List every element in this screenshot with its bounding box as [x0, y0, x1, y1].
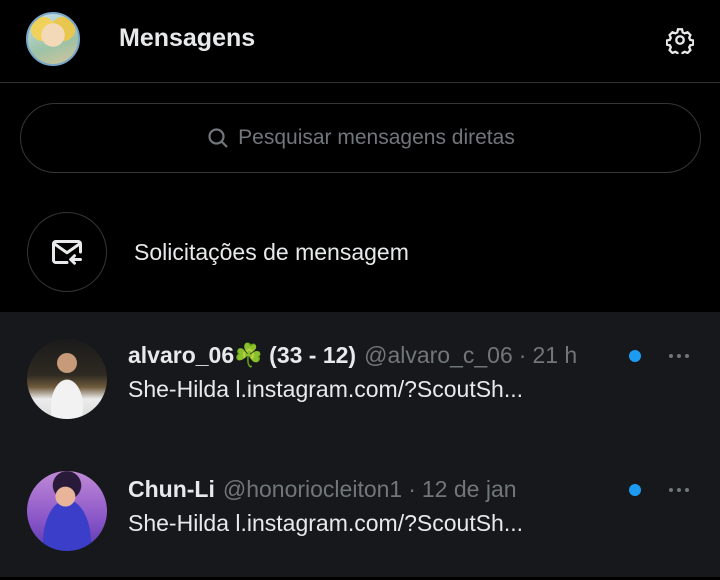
unread-indicator [629, 350, 641, 362]
search-icon [208, 128, 228, 148]
more-options-button[interactable] [664, 346, 694, 366]
more-dot-icon [677, 354, 681, 358]
separator: · [518, 342, 527, 368]
settings-button[interactable] [660, 20, 700, 60]
conversation-header: alvaro_06☘️ (33 - 12) @alvaro_c_06 · 21 … [128, 342, 577, 370]
more-dot-icon [685, 354, 689, 358]
conversation-name[interactable]: alvaro_06☘️ (33 - 12) [128, 342, 356, 369]
message-requests-row[interactable]: Solicitações de mensagem [0, 200, 720, 312]
message-requests-icon-wrap [27, 212, 107, 292]
conversation-list: alvaro_06☘️ (33 - 12) @alvaro_c_06 · 21 … [0, 312, 720, 577]
conversation-header: Chun-Li @honoriocleiton1 · 12 de jan [128, 476, 517, 504]
conversation-name[interactable]: Chun-Li [128, 476, 215, 503]
more-dot-icon [669, 488, 673, 492]
message-requests-label: Solicitações de mensagem [134, 239, 409, 265]
envelope-incoming-icon [52, 240, 82, 265]
more-dot-icon [685, 488, 689, 492]
avatar[interactable] [27, 471, 107, 551]
more-options-button[interactable] [664, 480, 694, 500]
avatar[interactable] [27, 339, 107, 419]
separator: · [408, 476, 416, 502]
conversation-time: 12 de jan [421, 476, 517, 502]
conversation-preview: She-Hilda l.instagram.com/?ScoutSh... [128, 510, 524, 536]
search-placeholder: Pesquisar mensagens diretas [238, 126, 515, 149]
search-input[interactable]: Pesquisar mensagens diretas [20, 103, 701, 173]
more-dot-icon [669, 354, 673, 358]
user-avatar[interactable] [26, 12, 80, 66]
page-title: Mensagens [119, 24, 256, 52]
conversation-preview: She-Hilda l.instagram.com/?ScoutSh... [128, 376, 524, 402]
conversation-time: 21 h [532, 342, 578, 368]
gear-icon [666, 28, 694, 54]
conversation-item[interactable]: alvaro_06☘️ (33 - 12) @alvaro_c_06 · 21 … [0, 312, 720, 446]
unread-indicator [629, 484, 641, 496]
conversation-handle: @alvaro_c_06 [364, 342, 513, 368]
header: Mensagens [0, 0, 720, 83]
conversation-handle: @honoriocleiton1 [222, 476, 403, 502]
conversation-item[interactable]: Chun-Li @honoriocleiton1 · 12 de jan She… [0, 446, 720, 580]
more-dot-icon [677, 488, 681, 492]
